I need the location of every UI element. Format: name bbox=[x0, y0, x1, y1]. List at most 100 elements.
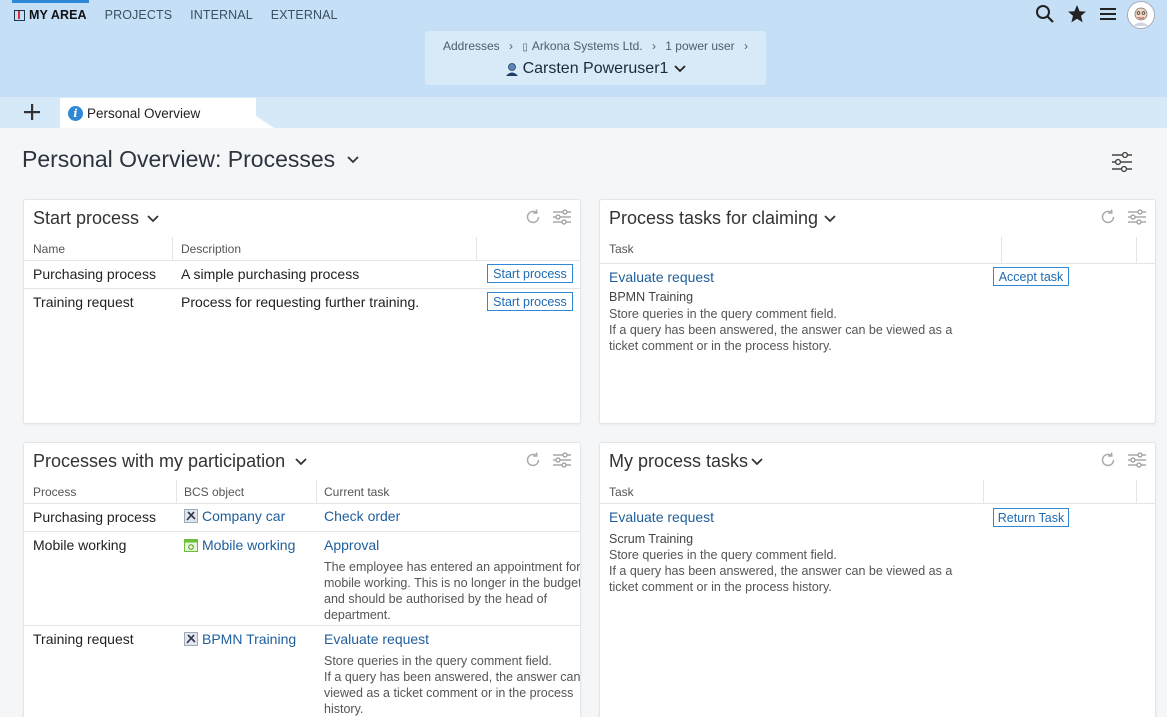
top-icons bbox=[1023, 0, 1155, 30]
process-name: Training request bbox=[33, 294, 134, 310]
divider bbox=[176, 480, 177, 503]
refresh-icon[interactable] bbox=[524, 208, 542, 226]
card-title-text: My process tasks bbox=[609, 451, 749, 471]
tools-icon bbox=[184, 509, 198, 523]
task-description-line: department. bbox=[324, 608, 391, 622]
task-description-line: history. bbox=[324, 702, 364, 716]
nav-internal[interactable]: INTERNAL bbox=[190, 8, 253, 22]
process-name: Purchasing process bbox=[33, 266, 156, 282]
claim-tasks-card: Process tasks for claiming Task Evaluate… bbox=[599, 199, 1156, 424]
person-name: Carsten Poweruser1 bbox=[522, 60, 669, 77]
bcs-object-label: BPMN Training bbox=[202, 631, 297, 647]
participation-card: Processes with my participation Process … bbox=[23, 442, 581, 717]
accept-task-button[interactable]: Accept task bbox=[993, 267, 1069, 286]
tab-personal-overview[interactable]: i Personal Overview bbox=[60, 98, 256, 128]
start-process-button[interactable]: Start process bbox=[487, 292, 573, 311]
task-description-line: Store queries in the query comment field… bbox=[609, 548, 837, 562]
divider bbox=[24, 260, 580, 261]
chevron-down-icon[interactable] bbox=[751, 457, 763, 466]
card-title-text: Process tasks for claiming bbox=[609, 208, 819, 228]
refresh-icon[interactable] bbox=[1099, 451, 1117, 469]
chevron-down-icon[interactable] bbox=[674, 65, 687, 73]
col-header-task[interactable]: Task bbox=[609, 485, 634, 499]
bcs-object-label: Mobile working bbox=[202, 537, 296, 553]
divider bbox=[983, 480, 984, 503]
current-task-link[interactable]: Evaluate request bbox=[324, 631, 429, 647]
bcs-object-link[interactable]: BPMN Training bbox=[184, 631, 296, 647]
col-header-description[interactable]: Description bbox=[181, 242, 241, 256]
crumb-level[interactable]: 1 power user bbox=[665, 39, 734, 53]
add-tab-button[interactable] bbox=[22, 100, 42, 124]
chevron-down-icon[interactable] bbox=[824, 214, 836, 223]
page-settings-icon[interactable] bbox=[1110, 150, 1134, 174]
crumb-separator: › bbox=[651, 39, 656, 53]
breadcrumb: Addresses › ▯ Arkona Systems Ltd. › 1 pow… bbox=[425, 39, 766, 53]
crumb-addresses[interactable]: Addresses bbox=[443, 39, 500, 53]
tools-icon bbox=[184, 632, 198, 646]
context-person[interactable]: Carsten Poweruser1 bbox=[425, 60, 766, 78]
header-bar: MY AREA PROJECTS INTERNAL EXTERNAL Addre… bbox=[0, 0, 1167, 97]
col-header-bcs-object[interactable]: BCS object bbox=[184, 485, 244, 499]
nav-my-area-label: MY AREA bbox=[29, 8, 87, 22]
divider bbox=[1136, 480, 1137, 503]
start-process-button[interactable]: Start process bbox=[487, 264, 573, 283]
current-task-link[interactable]: Check order bbox=[324, 508, 400, 524]
refresh-icon[interactable] bbox=[1099, 208, 1117, 226]
chevron-down-icon[interactable] bbox=[147, 214, 159, 223]
refresh-icon[interactable] bbox=[524, 451, 542, 469]
task-description-line: and should be authorised by the head of bbox=[324, 592, 548, 606]
task-description-line: Store queries in the query comment field… bbox=[609, 307, 837, 321]
settings-icon[interactable] bbox=[1127, 208, 1147, 226]
settings-icon[interactable] bbox=[552, 451, 572, 469]
divider bbox=[24, 531, 580, 532]
crumb-company[interactable]: Arkona Systems Ltd. bbox=[532, 39, 643, 53]
card-tools bbox=[514, 208, 572, 226]
col-header-process[interactable]: Process bbox=[33, 485, 76, 499]
info-icon: i bbox=[68, 105, 83, 121]
divider bbox=[476, 237, 477, 260]
col-header-task[interactable]: Task bbox=[609, 242, 634, 256]
task-description-line: ticket comment or in the process history… bbox=[609, 339, 832, 353]
person-icon bbox=[505, 62, 519, 76]
task-description-line: If a query has been answered, the answer… bbox=[609, 323, 953, 337]
card-tools bbox=[514, 451, 572, 469]
card-title-text: Processes with my participation bbox=[33, 451, 286, 471]
col-header-current-task[interactable]: Current task bbox=[324, 485, 389, 499]
task-link[interactable]: Evaluate request bbox=[609, 509, 714, 525]
divider bbox=[1001, 237, 1002, 263]
card-tools bbox=[1089, 451, 1147, 469]
col-header-name[interactable]: Name bbox=[33, 242, 65, 256]
tab-notch bbox=[256, 116, 274, 128]
bcs-object-link[interactable]: Mobile working bbox=[184, 537, 295, 553]
menu-icon[interactable] bbox=[1099, 6, 1117, 25]
card-title[interactable]: Processes with my participation bbox=[33, 451, 307, 472]
crumb-separator: › bbox=[744, 39, 749, 53]
card-title[interactable]: Start process bbox=[33, 208, 159, 229]
nav-external[interactable]: EXTERNAL bbox=[271, 8, 338, 22]
chevron-down-icon[interactable] bbox=[347, 155, 359, 164]
nav-my-area[interactable]: MY AREA bbox=[12, 0, 89, 22]
bcs-object-link[interactable]: Company car bbox=[184, 508, 285, 524]
star-icon[interactable] bbox=[1067, 4, 1087, 27]
divider bbox=[316, 480, 317, 503]
task-link[interactable]: Evaluate request bbox=[609, 269, 714, 285]
card-title[interactable]: My process tasks bbox=[609, 451, 763, 472]
task-description-line: viewed as a ticket comment or in the pro… bbox=[324, 686, 574, 700]
search-icon[interactable] bbox=[1035, 4, 1055, 27]
nav-projects[interactable]: PROJECTS bbox=[105, 8, 172, 22]
current-task-link[interactable]: Approval bbox=[324, 537, 379, 553]
settings-icon[interactable] bbox=[1127, 451, 1147, 469]
process-description: A simple purchasing process bbox=[181, 266, 360, 282]
card-title[interactable]: Process tasks for claiming bbox=[609, 208, 836, 229]
return-task-button[interactable]: Return Task bbox=[993, 508, 1069, 527]
divider bbox=[600, 503, 1155, 504]
task-description-line: mobile working. This is no longer in the… bbox=[324, 576, 581, 590]
task-description-line: The employee has entered an appointment … bbox=[324, 560, 581, 574]
card-title-text: Start process bbox=[33, 208, 140, 228]
chevron-down-icon[interactable] bbox=[295, 457, 307, 466]
settings-icon[interactable] bbox=[552, 208, 572, 226]
avatar[interactable] bbox=[1127, 1, 1155, 29]
page-title[interactable]: Personal Overview: Processes bbox=[22, 146, 359, 173]
task-subtitle: Scrum Training bbox=[609, 532, 694, 546]
task-description-line: Store queries in the query comment field… bbox=[324, 654, 552, 668]
